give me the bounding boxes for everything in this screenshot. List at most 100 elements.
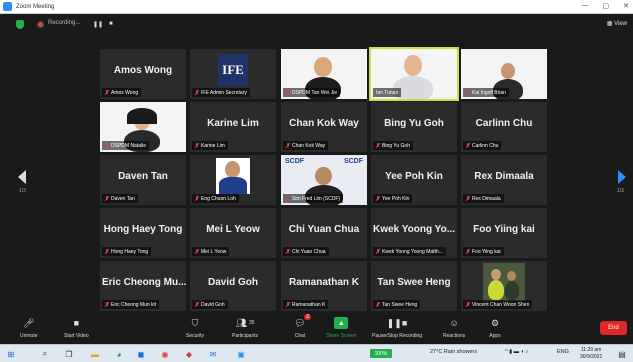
participant-tile[interactable]: DSPDM Natalie bbox=[100, 102, 186, 152]
participant-label: Foo Yiing kai bbox=[472, 248, 501, 255]
security-shield-icon[interactable] bbox=[16, 20, 24, 29]
minimize-button[interactable]: — bbox=[582, 2, 589, 10]
participant-tile[interactable]: Daven Tan Daven Tan bbox=[100, 155, 186, 205]
clock-date: 30/9/2021 bbox=[580, 354, 603, 360]
participant-tile[interactable]: Chan Kok Way Chan Kok Way bbox=[281, 102, 367, 152]
meeting-topbar: Recording... ❚❚ ■ ▦ View bbox=[0, 14, 633, 36]
chrome-icon[interactable]: ◉ bbox=[160, 349, 170, 359]
next-page-arrow-icon[interactable] bbox=[618, 170, 626, 184]
participant-name: Amos Wong bbox=[113, 65, 173, 76]
apps-button[interactable]: ⚙ Apps bbox=[488, 317, 502, 340]
participant-tile-active-speaker[interactable]: Ian Tunan bbox=[369, 47, 459, 101]
participants-button[interactable]: 👥︎ 35 Participants bbox=[232, 317, 259, 340]
participant-label: DSPDM Tan Wei Jie bbox=[292, 89, 338, 96]
participant-name: Yee Poh Kin bbox=[385, 171, 443, 182]
participant-label: IFE Admin Secretary bbox=[201, 89, 247, 96]
file-explorer-icon[interactable]: ▬ bbox=[90, 349, 100, 359]
mic-muted-icon bbox=[466, 301, 470, 308]
participant-tile[interactable]: Bing Yu Goh Bing Yu Goh bbox=[371, 102, 457, 152]
participant-label: Hong Haey Tong bbox=[111, 248, 149, 255]
participant-label: Tan Swee Heng bbox=[382, 301, 418, 308]
maximize-button[interactable]: ▢ bbox=[603, 2, 610, 10]
weather-widget[interactable]: 27°C Rain showers bbox=[430, 349, 477, 355]
participant-tile[interactable]: Foo Yiing kai Foo Yiing kai bbox=[461, 208, 547, 258]
participant-tile[interactable]: SCDF SCDF Sim Fred Lim (SCDF) bbox=[281, 155, 367, 205]
participant-tile[interactable]: Mei L Yeow Mei L Yeow bbox=[190, 208, 276, 258]
chat-button[interactable]: 💬︎ 2 Chat bbox=[293, 314, 311, 339]
edge-browser-icon[interactable]: ◕ bbox=[114, 349, 124, 359]
participant-name: Kwek Yoong Yo... bbox=[373, 224, 456, 235]
participant-tile[interactable]: Karine Lim Karine Lim bbox=[190, 102, 276, 152]
store-icon[interactable]: ◼ bbox=[136, 349, 146, 359]
recording-status: Recording... bbox=[48, 20, 81, 26]
mic-muted-icon bbox=[105, 248, 109, 255]
reactions-label: Reactions bbox=[443, 333, 466, 339]
participant-tile[interactable]: Ramanathan K Ramanathan K bbox=[281, 261, 367, 311]
share-screen-icon: ▲ bbox=[334, 317, 349, 329]
participant-name: Daven Tan bbox=[118, 171, 168, 182]
shield-icon: ⛉ bbox=[191, 317, 199, 328]
task-view-icon[interactable]: ❐ bbox=[64, 349, 74, 359]
share-screen-button[interactable]: ▲ Share Screen bbox=[326, 317, 357, 339]
participant-tile[interactable]: DSPDM Tan Wei Jie bbox=[281, 49, 367, 99]
pause-recording-icon[interactable]: ❚❚ bbox=[93, 21, 103, 28]
language-indicator[interactable]: ENG bbox=[557, 349, 569, 355]
stop-recording-icon[interactable]: ■ bbox=[109, 21, 113, 28]
participant-name: Eric Cheong Mu... bbox=[102, 277, 186, 288]
participant-tile[interactable]: David Goh David Goh bbox=[190, 261, 276, 311]
previous-page-arrow-icon[interactable] bbox=[18, 170, 26, 184]
zoom-taskbar-icon[interactable]: ▣ bbox=[236, 349, 246, 359]
participant-tile[interactable]: Vincent Chan Woon Shen bbox=[461, 261, 547, 311]
close-button[interactable]: ✕ bbox=[623, 2, 629, 10]
participant-tile[interactable]: Rex Dimaala Rex Dimaala bbox=[461, 155, 547, 205]
participant-label: Sim Fred Lim (SCDF) bbox=[292, 195, 341, 202]
participant-tile[interactable]: Amos Wong Amos Wong bbox=[100, 49, 186, 99]
participant-tile[interactable]: Carlinn Chu Carlinn Chu bbox=[461, 102, 547, 152]
participant-tile[interactable]: Eng Chuon Loh bbox=[190, 155, 276, 205]
participant-label: Kai Ingolf Brian bbox=[472, 89, 506, 96]
search-icon[interactable]: ⌕ bbox=[40, 349, 50, 359]
view-button[interactable]: ▦ View bbox=[607, 20, 627, 27]
mic-muted-icon bbox=[376, 301, 380, 308]
participant-name: Mei L Yeow bbox=[206, 224, 260, 235]
participant-name: Foo Yiing kai bbox=[473, 224, 535, 235]
battery-indicator[interactable]: 100% bbox=[370, 349, 392, 358]
participant-tile[interactable]: Kai Ingolf Brian bbox=[461, 49, 547, 99]
mic-muted-icon bbox=[376, 248, 380, 255]
windows-start-icon[interactable]: ⊞ bbox=[6, 349, 16, 359]
end-meeting-button[interactable]: End bbox=[600, 321, 627, 335]
start-video-button[interactable]: ■ Start Video bbox=[64, 317, 89, 339]
notifications-icon[interactable]: ▤ bbox=[617, 349, 627, 359]
taskbar-clock[interactable]: 11:29 am 30/9/2021 bbox=[580, 347, 602, 361]
security-label: Security bbox=[186, 333, 205, 339]
mic-muted-icon bbox=[105, 301, 109, 308]
mic-muted-icon bbox=[286, 89, 290, 96]
start-video-label: Start Video bbox=[64, 333, 89, 339]
participant-tile[interactable]: Yee Poh Kin Yee Poh Kin bbox=[371, 155, 457, 205]
participant-tile[interactable]: IFE IFE Admin Secretary bbox=[190, 49, 276, 99]
participant-name: Hong Haey Tong bbox=[103, 224, 183, 235]
participant-tile[interactable]: Eric Cheong Mu... Eric Cheong Mun kit bbox=[100, 261, 186, 311]
participant-label: Rex Dimaala bbox=[472, 195, 501, 202]
microphone-muted-icon: 🎤︎ bbox=[23, 317, 35, 328]
mic-muted-icon bbox=[195, 142, 199, 149]
participant-tile[interactable]: Tan Swee Heng Tan Swee Heng bbox=[371, 261, 457, 311]
mic-muted-icon bbox=[195, 195, 199, 202]
unmute-button[interactable]: 🎤︎ Unmute bbox=[20, 317, 38, 340]
pause-stop-recording-button[interactable]: ❚❚■ Pause/Stop Recording bbox=[372, 317, 423, 340]
powerpoint-icon[interactable]: ◆ bbox=[184, 349, 194, 359]
recording-icon bbox=[37, 21, 44, 28]
participant-tile[interactable]: Hong Haey Tong Hong Haey Tong bbox=[100, 208, 186, 258]
mic-muted-icon bbox=[195, 301, 199, 308]
participant-tile[interactable]: Chi Yuan Chua Chi Yuan Chua bbox=[281, 208, 367, 258]
security-button[interactable]: ⛉ Security bbox=[186, 317, 205, 340]
tray-icons[interactable]: ^ ▮ ▬ ◖ ♪ bbox=[505, 349, 528, 355]
participant-label: David Goh bbox=[201, 301, 225, 308]
mic-muted-icon bbox=[376, 142, 380, 149]
participants-label: Participants bbox=[232, 333, 259, 339]
participant-tile[interactable]: Kwek Yoong Yo... Kwek Yoong Yoong Matth.… bbox=[371, 208, 457, 258]
reactions-button[interactable]: ☺ Reactions bbox=[443, 317, 465, 339]
pause-recording-label: Pause/Stop Recording bbox=[372, 333, 423, 339]
windows-taskbar: ⊞ ⌕ ❐ ▬ ◕ ◼ ◉ ◆ ✉ ▣ 100% 27°C Rain showe… bbox=[0, 344, 633, 362]
outlook-icon[interactable]: ✉ bbox=[208, 349, 218, 359]
